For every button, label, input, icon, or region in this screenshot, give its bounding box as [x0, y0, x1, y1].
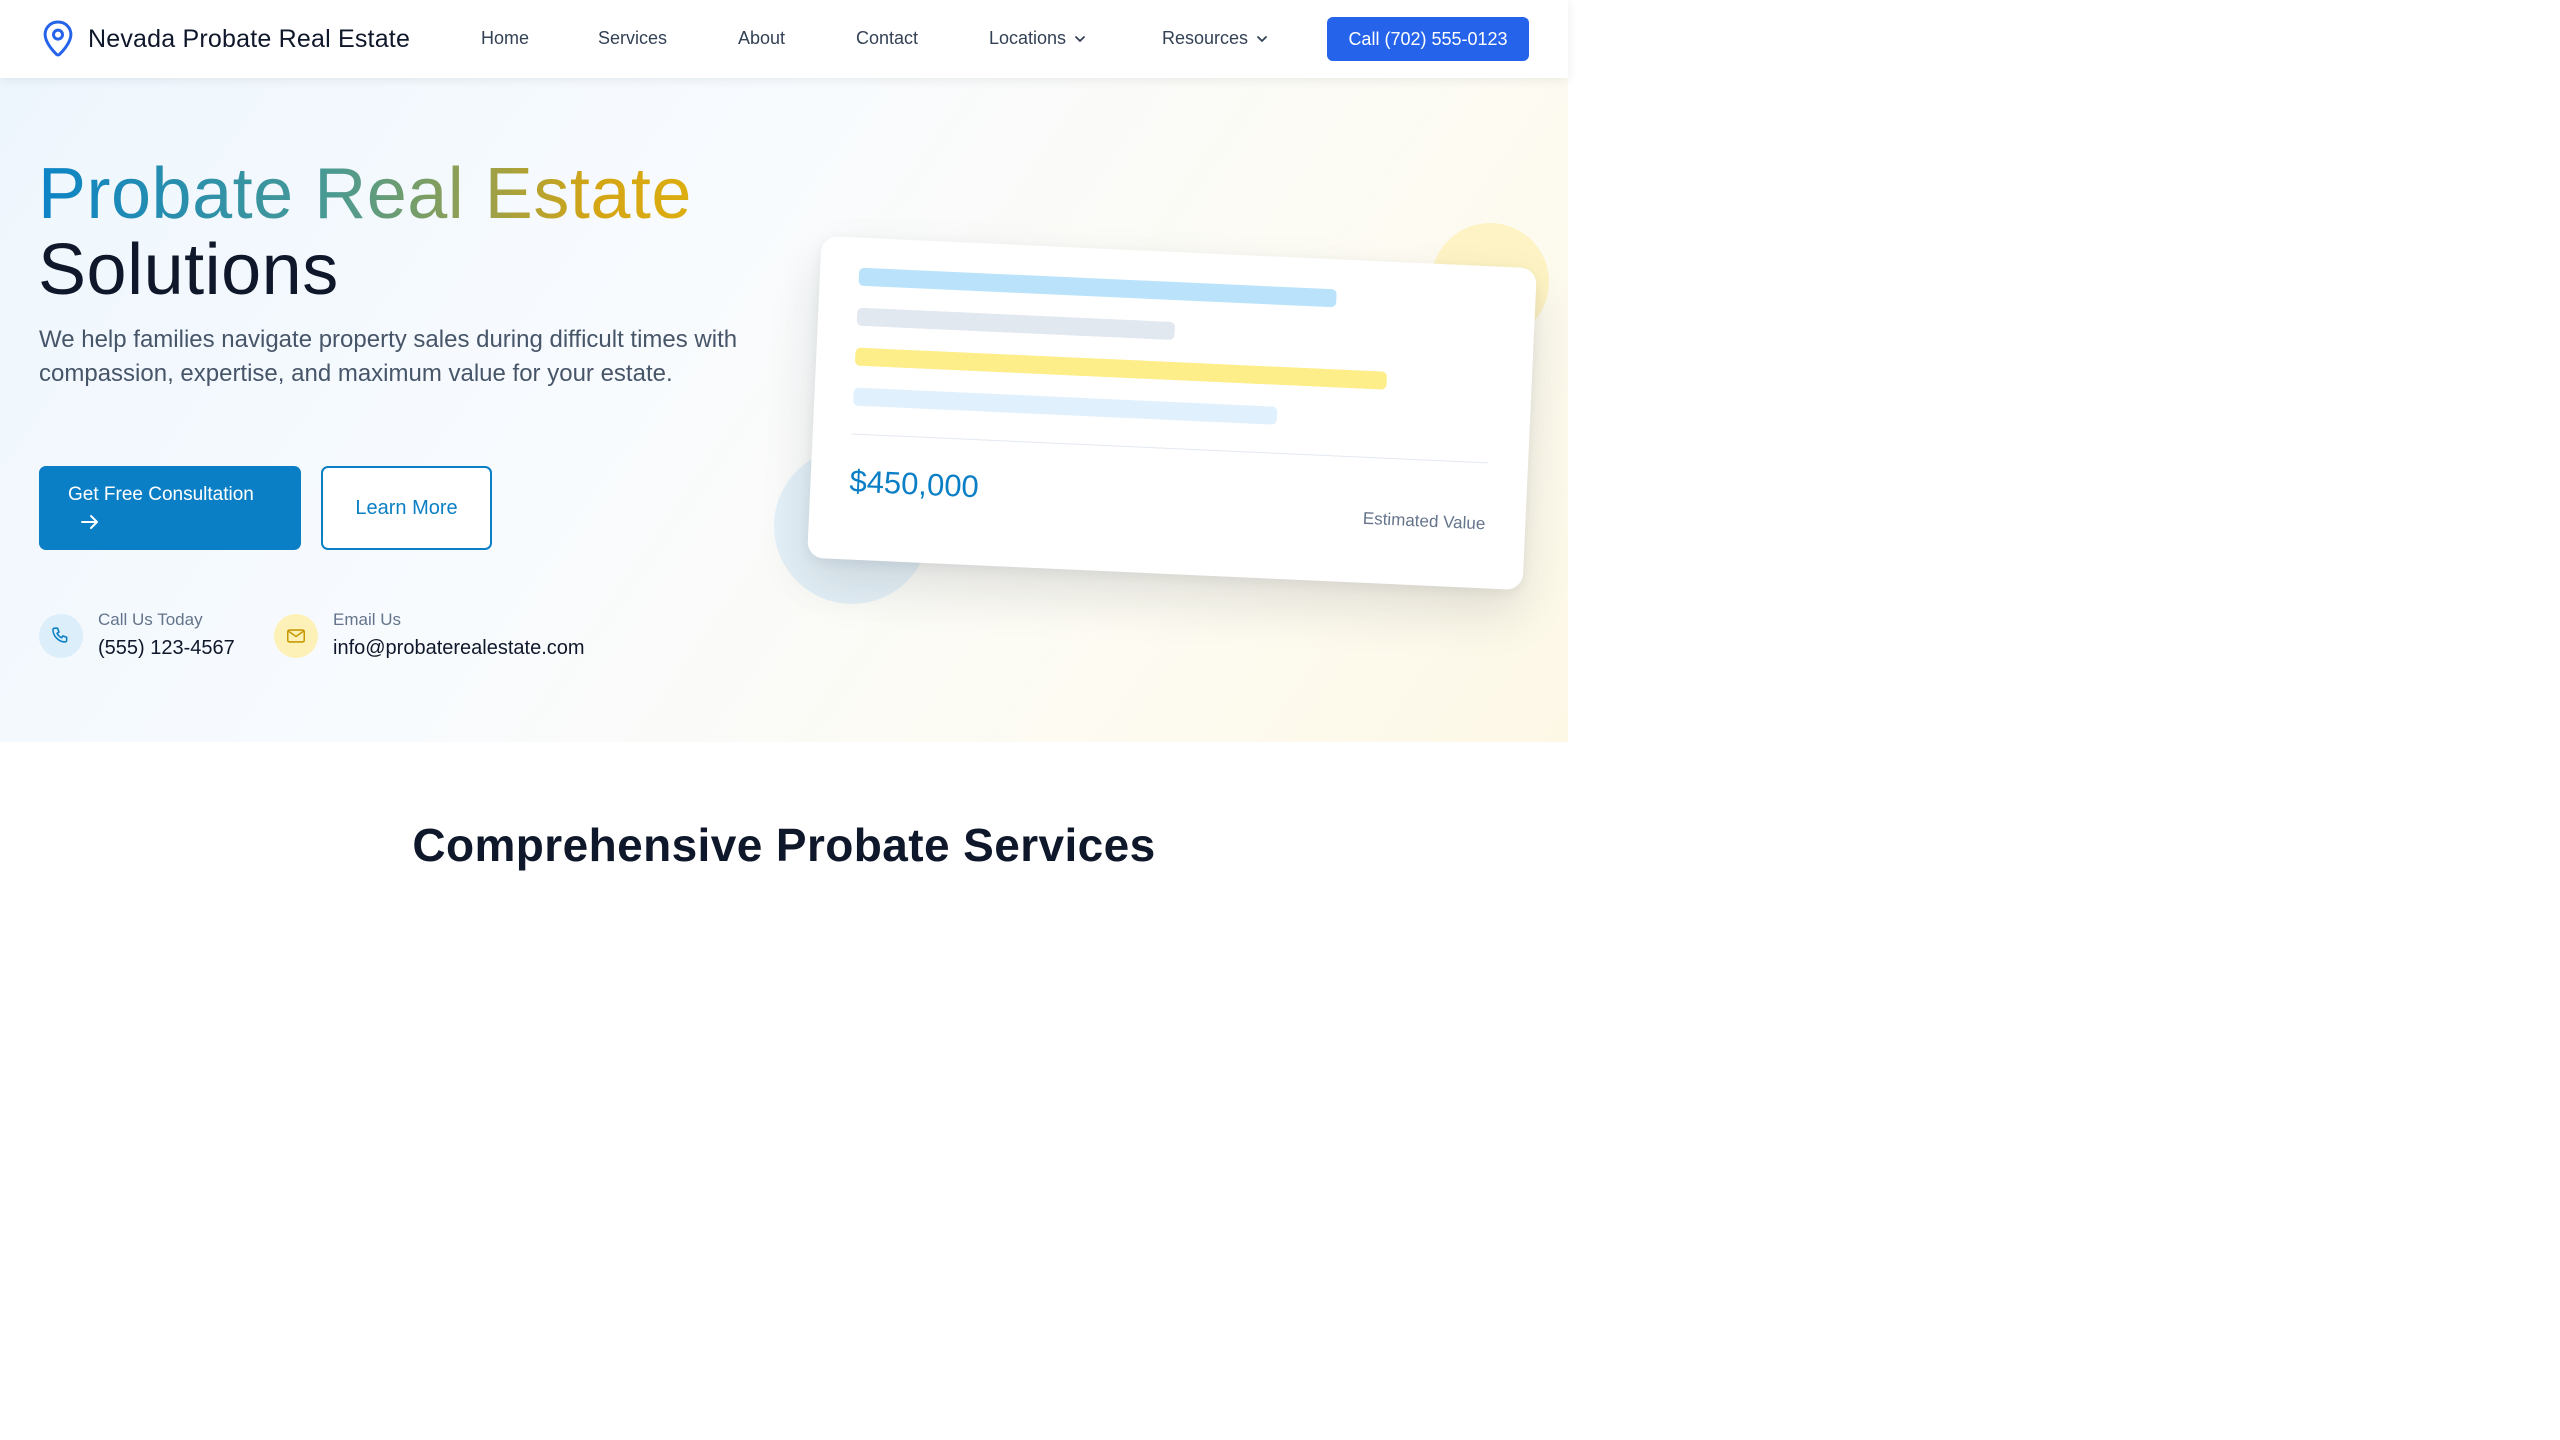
nav-resources-label: Resources	[1162, 28, 1249, 48]
phone-icon-badge	[39, 614, 83, 658]
placeholder-bar	[856, 307, 1176, 341]
arrow-right-icon	[81, 515, 98, 529]
learn-more-button[interactable]: Learn More	[321, 466, 492, 550]
card-divider	[851, 433, 1489, 464]
estimated-price: $450,000	[848, 463, 980, 505]
contact-phone-text: Call Us Today (555) 123-4567	[98, 609, 235, 662]
nav-home[interactable]: Home	[481, 28, 529, 49]
contact-email-value: info@probaterealestate.com	[333, 637, 585, 659]
nav-locations-label: Locations	[989, 28, 1067, 48]
call-button[interactable]: Call (702) 555-0123	[1327, 17, 1529, 61]
brand-name: Nevada Probate Real Estate	[88, 24, 411, 53]
get-free-consultation-button[interactable]: Get Free Consultation	[39, 466, 301, 550]
nav-contact-label: Contact	[856, 28, 919, 48]
hero-section: Probate Real Estate Solutions We help fa…	[0, 78, 1568, 742]
nav-services[interactable]: Services	[598, 28, 667, 49]
chevron-down-icon	[1257, 35, 1267, 42]
contact-email-label: Email Us	[333, 610, 402, 629]
site-header: Nevada Probate Real Estate Home Services…	[0, 0, 1568, 78]
brand-logo[interactable]: Nevada Probate Real Estate	[41, 20, 410, 58]
hero-title-line2: Solutions	[38, 230, 339, 310]
mail-icon-badge	[274, 614, 318, 658]
mail-icon	[286, 629, 306, 643]
nav-about[interactable]: About	[738, 28, 785, 49]
contact-phone[interactable]: Call Us Today (555) 123-4567	[39, 609, 235, 662]
hero-title-word: Probate	[38, 154, 294, 234]
nav-locations-dropdown[interactable]: Locations	[989, 28, 1088, 49]
hero-title-word: Estate	[484, 154, 692, 234]
chevron-down-icon	[1075, 35, 1085, 42]
phone-icon	[52, 627, 68, 643]
placeholder-bar	[858, 267, 1337, 308]
nav-services-label: Services	[598, 28, 668, 48]
nav-home-label: Home	[481, 28, 530, 48]
placeholder-bar	[853, 387, 1278, 425]
services-section-title: Comprehensive Probate Services	[412, 819, 1156, 871]
property-value-card: $450,000 Estimated Value	[807, 235, 1537, 591]
contact-email[interactable]: Email Us info@probaterealestate.com	[274, 609, 585, 662]
learn-more-label: Learn More	[355, 496, 458, 519]
nav-about-label: About	[738, 28, 786, 48]
contact-phone-label: Call Us Today	[98, 610, 203, 629]
nav-contact[interactable]: Contact	[856, 28, 918, 49]
get-free-consultation-label: Get Free Consultation	[68, 484, 254, 505]
nav-resources-dropdown[interactable]: Resources	[1162, 28, 1270, 49]
hero-title-gradient: Probate Real Estate	[38, 156, 692, 232]
hero-description: We help families navigate property sales…	[39, 326, 738, 387]
contact-phone-value: (555) 123-4567	[98, 637, 235, 659]
hero-title: Probate Real Estate Solutions	[38, 156, 692, 308]
map-pin-icon	[43, 20, 73, 57]
contact-email-text: Email Us info@probaterealestate.com	[333, 609, 585, 662]
placeholder-bar	[854, 347, 1388, 390]
estimated-value-label: Estimated Value	[1362, 508, 1486, 534]
hero-title-word: Real	[314, 154, 465, 234]
